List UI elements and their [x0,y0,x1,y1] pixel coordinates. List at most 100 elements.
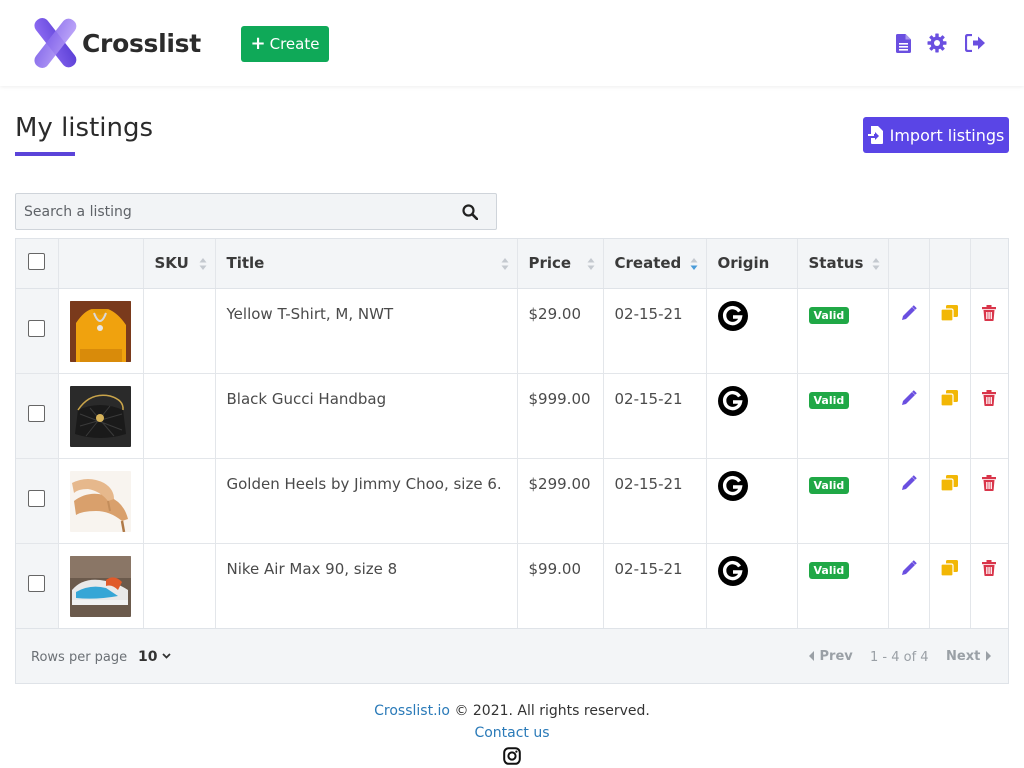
duplicate-button[interactable] [929,373,971,458]
title-cell[interactable]: Golden Heels by Jimmy Choo, size 6. [215,458,518,543]
status-badge: Valid [808,476,850,494]
table-row[interactable]: Black Gucci Handbag $999.00 02-15-21 Valid [16,373,1008,458]
created-cell: 02-15-21 [603,458,707,543]
price-cell: $99.00 [517,543,604,628]
crosslist-link[interactable]: Crosslist.io [374,703,450,719]
status-cell: Valid [797,288,889,373]
listing-thumbnail[interactable] [69,385,143,447]
row-checkbox[interactable] [28,320,46,337]
copy-icon [940,559,958,577]
edit-column-header [888,239,930,289]
logout-icon[interactable] [964,32,986,54]
origin-cell [706,458,798,543]
search-box [15,193,497,230]
sort-desc-icon [690,258,697,270]
sku-cell [143,373,216,458]
trash-icon [982,474,997,491]
listing-thumbnail[interactable] [69,555,143,617]
duplicate-button[interactable] [929,458,971,543]
sku-cell [143,458,216,543]
status-badge: Valid [808,561,850,579]
rows-per-page-select[interactable]: 10 [138,649,171,665]
origin-cell [706,543,798,628]
import-listings-label: Import listings [889,125,1005,145]
sort-icon [587,258,594,270]
trash-icon [982,304,997,321]
listing-image-cell [58,373,144,458]
column-label: Origin [717,254,770,273]
search-icon[interactable] [462,204,479,221]
sort-icon [501,258,508,270]
row-checkbox[interactable] [28,575,46,592]
rows-per-page-value: 10 [138,649,158,665]
table-row[interactable]: Yellow T-Shirt, M, NWT $29.00 02-15-21 Vali… [16,288,1008,373]
file-import-icon [867,126,884,144]
column-label: Status [808,254,864,273]
edit-button[interactable] [888,458,930,543]
prev-page-button[interactable]: Prev [809,649,853,664]
delete-button[interactable] [970,458,1008,543]
status-cell: Valid [797,373,889,458]
column-header-created[interactable]: Created [603,239,707,289]
copy-column-header [929,239,971,289]
edit-button[interactable] [888,543,930,628]
instagram-icon[interactable] [503,747,521,768]
created-cell: 02-15-21 [603,288,707,373]
row-checkbox[interactable] [28,405,46,422]
edit-pencil-icon [901,474,917,490]
image-column-header [58,239,144,289]
row-select-cell [16,458,59,543]
edit-button[interactable] [888,288,930,373]
origin-cell [706,373,798,458]
listing-thumbnail[interactable] [69,300,143,362]
delete-button[interactable] [970,288,1008,373]
app-logo[interactable]: Crosslist [30,18,201,68]
column-header-title[interactable]: Title [215,239,518,289]
delete-button[interactable] [970,373,1008,458]
search-input[interactable] [16,194,456,229]
page-title: My listings [15,113,154,143]
create-button[interactable]: + Create [241,26,329,62]
import-listings-button[interactable]: Import listings [863,117,1009,153]
edit-pencil-icon [901,389,917,405]
listing-thumbnail[interactable] [69,470,143,532]
row-select-cell [16,543,59,628]
column-header-sku[interactable]: SKU [143,239,216,289]
sort-icon [199,258,206,270]
edit-button[interactable] [888,373,930,458]
table-row[interactable]: Golden Heels by Jimmy Choo, size 6. $299.… [16,458,1008,543]
gear-icon[interactable] [927,32,947,54]
select-all-cell [16,239,59,289]
origin-g-icon [717,470,748,501]
delete-button[interactable] [970,543,1008,628]
document-icon[interactable] [893,32,913,54]
column-header-status[interactable]: Status [797,239,889,289]
column-header-price[interactable]: Price [517,239,604,289]
duplicate-button[interactable] [929,543,971,628]
title-underline [15,152,75,156]
row-select-cell [16,373,59,458]
select-all-checkbox[interactable] [28,252,46,270]
sort-icon [872,258,879,270]
column-label: Created [614,254,682,273]
caret-left-icon [809,651,814,661]
row-checkbox[interactable] [28,490,46,507]
copy-icon [940,389,958,407]
next-page-button[interactable]: Next [946,649,991,664]
title-cell[interactable]: Nike Air Max 90, size 8 [215,543,518,628]
title-cell[interactable]: Black Gucci Handbag [215,373,518,458]
sku-cell [143,288,216,373]
duplicate-button[interactable] [929,288,971,373]
chevron-down-icon [162,653,171,659]
table-row[interactable]: Nike Air Max 90, size 8 $99.00 02-15-21 Val… [16,543,1008,628]
title-cell[interactable]: Yellow T-Shirt, M, NWT [215,288,518,373]
delete-column-header [970,239,1008,289]
column-label: Title [226,254,265,273]
table-footer: Rows per page 10 Prev 1 - 4 of 4 Next [16,628,1008,683]
column-label: Price [528,254,572,273]
contact-us-link[interactable]: Contact us [474,725,549,741]
price-cell: $999.00 [517,373,604,458]
column-header-origin[interactable]: Origin [706,239,798,289]
origin-g-icon [717,300,748,331]
origin-g-icon [717,555,748,586]
